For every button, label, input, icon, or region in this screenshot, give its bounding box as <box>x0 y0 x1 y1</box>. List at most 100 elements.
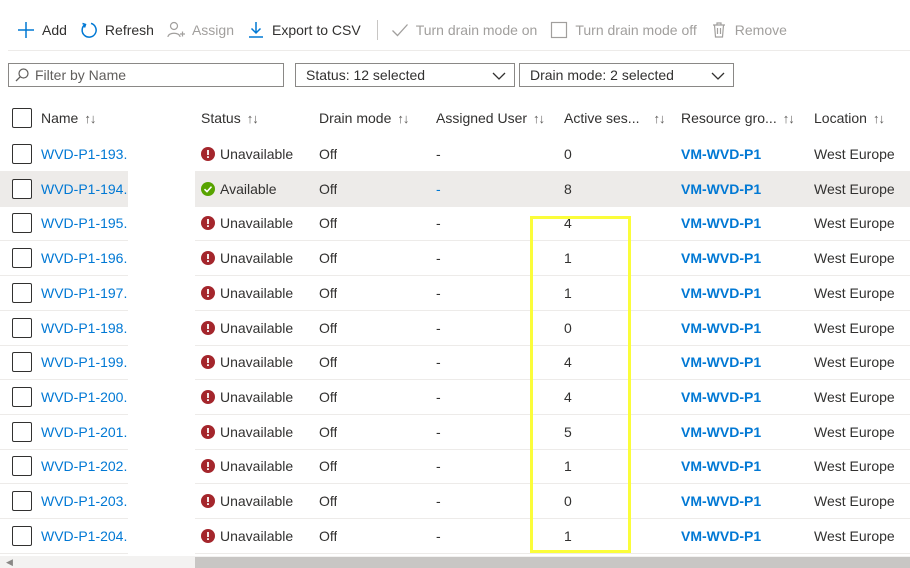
host-name-link[interactable]: WVD-P1-204. <box>41 528 127 544</box>
host-name-link[interactable]: WVD-P1-194. <box>41 181 127 197</box>
column-header-status[interactable]: Status ↑↓ <box>201 100 258 136</box>
host-name-link[interactable]: WVD-P1-193. <box>41 146 127 162</box>
export-label: Export to CSV <box>271 22 361 38</box>
unavailable-icon <box>201 355 215 370</box>
location-text: West Europe <box>814 527 895 544</box>
horizontal-scrollbar[interactable]: ◀ <box>0 556 910 568</box>
download-icon <box>246 20 266 40</box>
row-checkbox[interactable] <box>12 421 32 442</box>
status-text: Unavailable <box>220 388 294 405</box>
active-sessions-value: 4 <box>564 354 572 371</box>
host-name-link[interactable]: WVD-P1-201. <box>41 424 127 440</box>
row-checkbox[interactable] <box>12 386 32 407</box>
host-name-link[interactable]: WVD-P1-199. <box>41 354 127 370</box>
host-name-link[interactable]: WVD-P1-200. <box>41 389 127 405</box>
search-icon <box>15 68 29 82</box>
assign-button[interactable]: Assign <box>162 14 242 46</box>
column-header-active-sessions[interactable]: Active ses... ↑↓ <box>564 100 664 136</box>
resource-group-link[interactable]: VM-WVD-P1 <box>681 285 761 301</box>
checkmark-icon <box>390 20 410 40</box>
assigned-user-text[interactable]: - <box>436 181 441 197</box>
active-sessions-value: 5 <box>564 423 572 440</box>
resource-group-link[interactable]: VM-WVD-P1 <box>681 320 761 336</box>
host-name-link[interactable]: WVD-P1-202. <box>41 458 127 474</box>
column-rg-label: Resource gro... <box>681 110 777 126</box>
resource-group-link[interactable]: VM-WVD-P1 <box>681 215 761 231</box>
resource-group-link[interactable]: VM-WVD-P1 <box>681 354 761 370</box>
row-checkbox[interactable] <box>12 178 32 199</box>
host-name-link[interactable]: WVD-P1-198. <box>41 320 127 336</box>
drain-mode-text: Off <box>319 354 338 371</box>
location-text: West Europe <box>814 180 895 197</box>
row-checkbox[interactable] <box>12 213 32 234</box>
column-header-assigned-user[interactable]: Assigned User ↑↓ <box>436 100 544 136</box>
drain-mode-off-button[interactable]: Turn drain mode off <box>545 14 704 46</box>
host-name-link[interactable]: WVD-P1-203. <box>41 493 127 509</box>
resource-group-link[interactable]: VM-WVD-P1 <box>681 250 761 266</box>
column-location-label: Location <box>814 110 867 126</box>
assigned-user-text: - <box>436 146 441 162</box>
refresh-label: Refresh <box>104 22 154 38</box>
drain-filter-label: Drain mode: 2 selected <box>530 67 674 83</box>
column-header-drain-mode[interactable]: Drain mode ↑↓ <box>319 100 408 136</box>
column-header-resource-group[interactable]: Resource gro... ↑↓ <box>681 100 794 136</box>
sort-icon: ↑↓ <box>246 110 258 126</box>
column-header-location[interactable]: Location ↑↓ <box>814 100 884 136</box>
resource-group-link[interactable]: VM-WVD-P1 <box>681 389 761 405</box>
unavailable-icon <box>201 528 215 543</box>
resource-group-link[interactable]: VM-WVD-P1 <box>681 528 761 544</box>
resource-group-link[interactable]: VM-WVD-P1 <box>681 424 761 440</box>
empty-checkbox-icon <box>549 20 569 40</box>
host-name-link[interactable]: WVD-P1-196. <box>41 250 127 266</box>
unavailable-icon <box>201 424 215 439</box>
drain-mode-text: Off <box>319 423 338 440</box>
sort-icon: ↑↓ <box>533 110 545 126</box>
location-text: West Europe <box>814 423 895 440</box>
column-header-name[interactable]: Name ↑↓ <box>41 100 95 136</box>
export-csv-button[interactable]: Export to CSV <box>242 14 369 46</box>
resource-group-link[interactable]: VM-WVD-P1 <box>681 146 761 162</box>
assigned-user-text: - <box>436 423 441 440</box>
status-text: Unavailable <box>220 215 294 232</box>
status-text: Available <box>220 180 277 197</box>
drain-mode-on-button[interactable]: Turn drain mode on <box>386 14 546 46</box>
refresh-button[interactable]: Refresh <box>75 14 162 46</box>
drain-mode-text: Off <box>319 250 338 267</box>
status-filter-dropdown[interactable]: Status: 12 selected <box>295 63 515 87</box>
assigned-user-text: - <box>436 388 441 405</box>
remove-label: Remove <box>734 22 787 38</box>
drain-mode-text: Off <box>319 180 338 197</box>
resource-group-link[interactable]: VM-WVD-P1 <box>681 181 761 197</box>
select-all-checkbox[interactable] <box>12 108 32 128</box>
row-checkbox[interactable] <box>12 352 32 373</box>
add-button[interactable]: Add <box>12 14 75 46</box>
location-text: West Europe <box>814 493 895 509</box>
row-checkbox[interactable] <box>12 491 32 511</box>
row-checkbox[interactable] <box>12 525 32 546</box>
status-text: Unavailable <box>220 493 294 509</box>
row-checkbox[interactable] <box>12 144 32 164</box>
table-header: Name ↑↓ Status ↑↓ Drain mode ↑↓ Assigned Us… <box>0 100 910 136</box>
location-text: West Europe <box>814 284 895 301</box>
chevron-down-icon <box>711 67 725 83</box>
sort-icon: ↑↓ <box>397 110 409 126</box>
drain-mode-filter-dropdown[interactable]: Drain mode: 2 selected <box>519 63 734 87</box>
unavailable-icon <box>201 251 215 266</box>
host-name-link[interactable]: WVD-P1-195. <box>41 215 127 231</box>
scrollbar-thumb[interactable] <box>195 557 910 568</box>
name-filter-input[interactable]: Filter by Name <box>8 63 284 87</box>
chevron-down-icon <box>492 67 506 83</box>
command-bar: Add Refresh Assign Export to CSV Turn dr… <box>0 0 910 60</box>
resource-group-link[interactable]: VM-WVD-P1 <box>681 458 761 474</box>
toolbar-divider-line <box>8 50 910 51</box>
remove-button[interactable]: Remove <box>705 14 795 46</box>
row-checkbox[interactable] <box>12 282 32 303</box>
scroll-left-icon[interactable]: ◀ <box>6 557 13 568</box>
row-checkbox[interactable] <box>12 456 32 477</box>
resource-group-link[interactable]: VM-WVD-P1 <box>681 493 761 509</box>
drain-mode-text: Off <box>319 319 338 336</box>
row-checkbox[interactable] <box>12 248 32 269</box>
status-text: Unavailable <box>220 146 294 162</box>
host-name-link[interactable]: WVD-P1-197. <box>41 285 127 301</box>
row-checkbox[interactable] <box>12 317 32 338</box>
